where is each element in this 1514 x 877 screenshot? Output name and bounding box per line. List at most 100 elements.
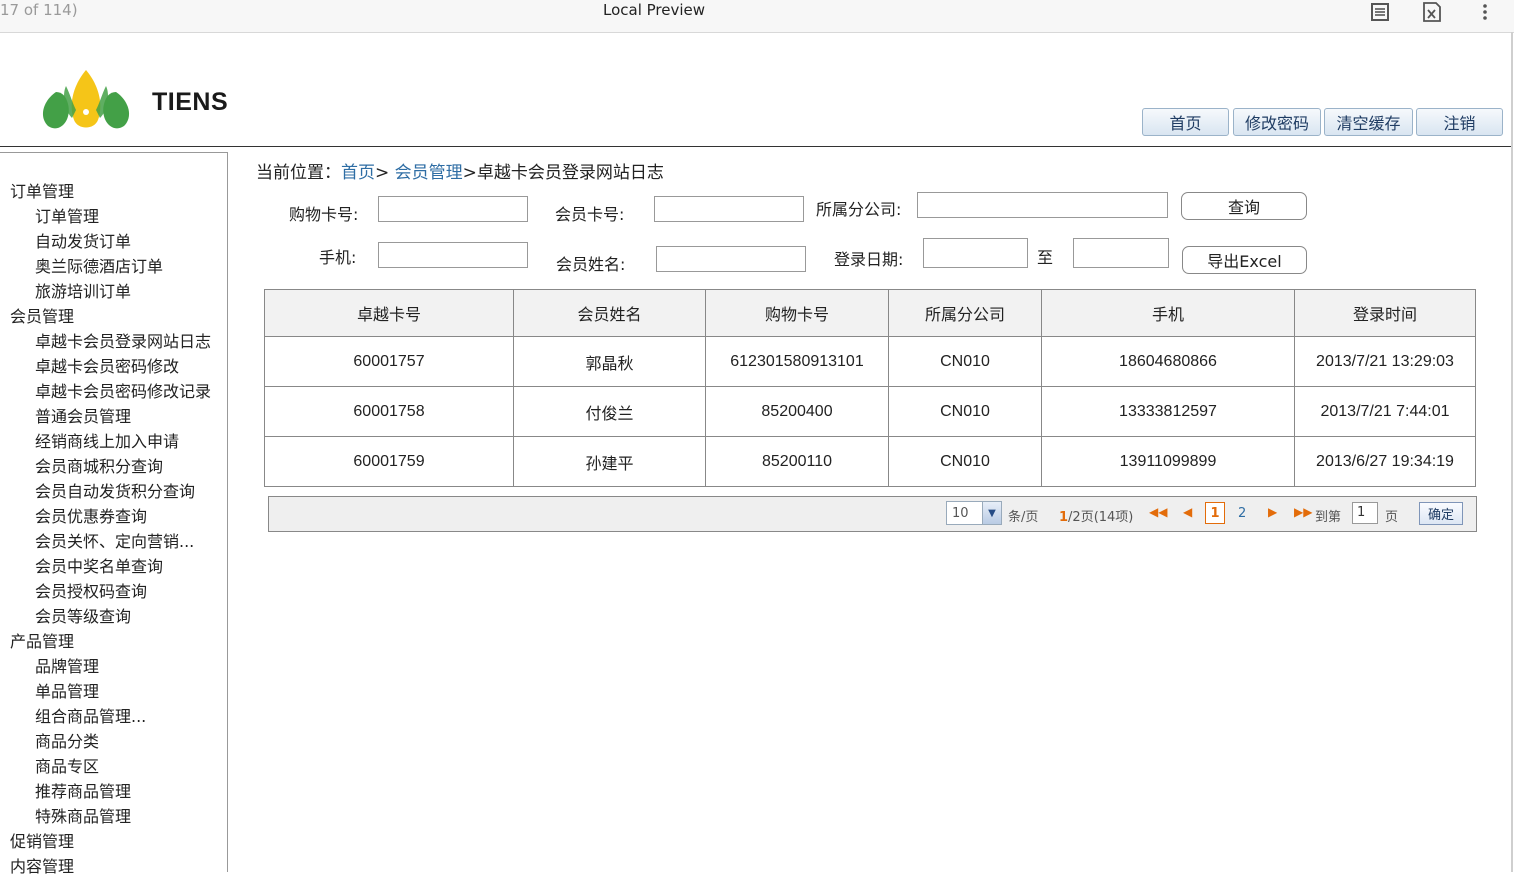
table-cell: CN010 bbox=[888, 436, 1042, 487]
page-size-select[interactable]: 10 ▼ bbox=[946, 501, 1002, 525]
table-cell: 2013/6/27 19:34:19 bbox=[1294, 436, 1476, 487]
goto-label: 到第 bbox=[1315, 510, 1342, 525]
next-page-icon[interactable]: ▶ bbox=[1268, 505, 1277, 519]
nav-home-button[interactable]: 首页 bbox=[1142, 108, 1229, 136]
chevron-down-icon[interactable]: ▼ bbox=[982, 502, 1001, 524]
nav-logout-button[interactable]: 注销 bbox=[1416, 108, 1503, 136]
table-cell: CN010 bbox=[888, 386, 1042, 437]
sidebar-item[interactable]: 会员自动发货积分查询 bbox=[35, 478, 195, 502]
sidebar-item[interactable]: 自动发货订单 bbox=[35, 228, 131, 252]
sidebar-item[interactable]: 特殊商品管理 bbox=[35, 803, 131, 827]
current-page-button[interactable]: 1 bbox=[1205, 502, 1225, 524]
phone-label: 手机: bbox=[319, 248, 357, 267]
sidebar-item[interactable]: 会员关怀、定向营销... bbox=[35, 528, 194, 552]
branch-input[interactable] bbox=[917, 192, 1168, 218]
sidebar-item[interactable]: 会员优惠券查询 bbox=[35, 503, 147, 527]
sidebar-item[interactable]: 会员商城积分查询 bbox=[35, 453, 163, 477]
table-cell: 2013/7/21 13:29:03 bbox=[1294, 336, 1476, 387]
sidebar-item[interactable]: 组合商品管理... bbox=[35, 703, 146, 727]
sidebar-item[interactable]: 会员授权码查询 bbox=[35, 578, 147, 602]
tiens-logo-icon bbox=[38, 64, 134, 136]
phone-input[interactable] bbox=[378, 242, 528, 268]
sidebar: 订单管理 订单管理 自动发货订单 奥兰际德酒店订单 旅游培训订单 会员管理 卓越卡会员登录网… bbox=[0, 152, 228, 876]
sidebar-item[interactable]: 奥兰际德酒店订单 bbox=[35, 253, 163, 277]
breadcrumb-home-link[interactable]: 首页 bbox=[341, 163, 375, 183]
table-cell: 2013/7/21 7:44:01 bbox=[1294, 386, 1476, 437]
per-page-label: 条/页 bbox=[1008, 510, 1039, 525]
table-row: 60001757 郭晶秋 612301580913101 CN010 18604… bbox=[264, 336, 1476, 387]
column-header: 所属分公司 bbox=[888, 289, 1042, 337]
table-cell: 85200400 bbox=[705, 386, 889, 437]
page-info-total: /2页(14项) bbox=[1068, 510, 1134, 525]
page-unit-label: 页 bbox=[1385, 510, 1399, 525]
page-info: 1/2页(14项) bbox=[1059, 506, 1133, 525]
table-cell: 612301580913101 bbox=[705, 336, 889, 387]
member-name-input[interactable] bbox=[656, 246, 806, 272]
nav-clear-cache-button[interactable]: 清空缓存 bbox=[1324, 108, 1413, 136]
table-cell: 85200110 bbox=[705, 436, 889, 487]
page-info-current: 1 bbox=[1059, 510, 1069, 525]
column-header: 会员姓名 bbox=[513, 289, 706, 337]
export-excel-button[interactable]: 导出Excel bbox=[1182, 246, 1307, 274]
last-page-icon[interactable]: ▶▶ bbox=[1294, 505, 1312, 519]
sidebar-item[interactable]: 促销管理 bbox=[10, 828, 74, 852]
breadcrumb-prefix: 当前位置： bbox=[256, 163, 341, 183]
table-cell: 13333812597 bbox=[1041, 386, 1295, 437]
sidebar-item[interactable]: 经销商线上加入申请 bbox=[35, 428, 179, 452]
page-2-link[interactable]: 2 bbox=[1238, 506, 1246, 521]
goto-confirm-button[interactable]: 确定 bbox=[1419, 502, 1463, 525]
query-button[interactable]: 查询 bbox=[1181, 192, 1307, 220]
goto-page-input[interactable]: 1 bbox=[1352, 502, 1378, 524]
shopping-card-input[interactable] bbox=[378, 196, 528, 222]
sidebar-item[interactable]: 会员管理 bbox=[10, 303, 74, 327]
viewer-title: Local Preview bbox=[603, 1, 706, 19]
sidebar-item[interactable]: 商品分类 bbox=[35, 728, 99, 752]
login-log-table: 卓越卡号 会员姓名 购物卡号 所属分公司 手机 登录时间 60001757 郭晶… bbox=[264, 289, 1476, 487]
page-size-value: 10 bbox=[952, 506, 969, 521]
sidebar-item[interactable]: 卓越卡会员登录网站日志 bbox=[35, 328, 211, 352]
sidebar-item[interactable]: 订单管理 bbox=[10, 178, 74, 202]
login-date-label: 登录日期: bbox=[834, 250, 904, 269]
excel-icon[interactable] bbox=[1420, 0, 1444, 24]
sidebar-item[interactable]: 订单管理 bbox=[35, 203, 99, 227]
sidebar-item[interactable]: 产品管理 bbox=[10, 628, 74, 652]
member-card-label: 会员卡号: bbox=[555, 205, 625, 224]
table-cell: 13911099899 bbox=[1041, 436, 1295, 487]
sidebar-item[interactable]: 会员等级查询 bbox=[35, 603, 131, 627]
member-name-label: 会员姓名: bbox=[556, 255, 626, 274]
pager: 10 ▼ 条/页 1/2页(14项) ◀◀ ◀ 1 2 ▶ ▶▶ 到第 1 页 … bbox=[268, 496, 1477, 532]
table-cell: 18604680866 bbox=[1041, 336, 1295, 387]
sidebar-item[interactable]: 卓越卡会员密码修改记录 bbox=[35, 378, 211, 402]
reader-icon[interactable] bbox=[1368, 0, 1392, 24]
nav-change-password-button[interactable]: 修改密码 bbox=[1233, 108, 1321, 136]
table-row: 60001758 付俊兰 85200400 CN010 13333812597 … bbox=[264, 386, 1476, 437]
sidebar-item[interactable]: 普通会员管理 bbox=[35, 403, 131, 427]
table-cell: 郭晶秋 bbox=[513, 336, 706, 387]
login-date-to-input[interactable] bbox=[1073, 238, 1169, 268]
table-cell: 付俊兰 bbox=[513, 386, 706, 437]
table-cell: 60001757 bbox=[264, 336, 514, 387]
sidebar-item[interactable]: 商品专区 bbox=[35, 753, 99, 777]
brand-name: TIENS bbox=[152, 88, 229, 116]
sidebar-item[interactable]: 品牌管理 bbox=[35, 653, 99, 677]
more-icon[interactable] bbox=[1473, 0, 1497, 24]
sidebar-item[interactable]: 推荐商品管理 bbox=[35, 778, 131, 802]
column-header: 手机 bbox=[1041, 289, 1295, 337]
table-cell: 60001758 bbox=[264, 386, 514, 437]
member-card-input[interactable] bbox=[654, 196, 804, 222]
breadcrumb-section-link[interactable]: 会员管理 bbox=[395, 163, 463, 183]
table-cell: CN010 bbox=[888, 336, 1042, 387]
breadcrumb: 当前位置：首页> 会员管理>卓越卡会员登录网站日志 bbox=[256, 158, 664, 183]
table-cell: 孙建平 bbox=[513, 436, 706, 487]
table-header-row: 卓越卡号 会员姓名 购物卡号 所属分公司 手机 登录时间 bbox=[264, 289, 1476, 337]
sidebar-item[interactable]: 旅游培训订单 bbox=[35, 278, 131, 302]
login-date-from-input[interactable] bbox=[923, 238, 1028, 268]
sidebar-item[interactable]: 会员中奖名单查询 bbox=[35, 553, 163, 577]
sidebar-item[interactable]: 卓越卡会员密码修改 bbox=[35, 353, 179, 377]
shopping-card-label: 购物卡号: bbox=[289, 205, 359, 224]
sidebar-item[interactable]: 内容管理 bbox=[10, 853, 74, 877]
branch-label: 所属分公司: bbox=[816, 200, 902, 219]
first-page-icon[interactable]: ◀◀ bbox=[1149, 505, 1167, 519]
sidebar-item[interactable]: 单品管理 bbox=[35, 678, 99, 702]
prev-page-icon[interactable]: ◀ bbox=[1183, 505, 1192, 519]
